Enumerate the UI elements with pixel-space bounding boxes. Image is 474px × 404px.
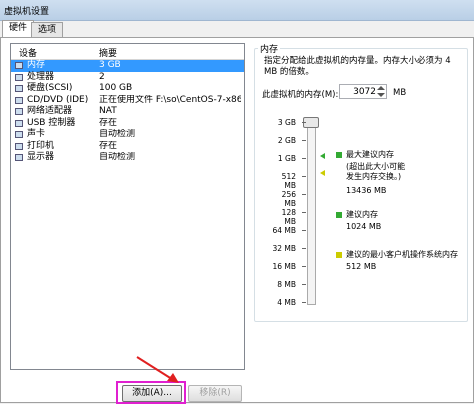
harddisk-icon — [15, 85, 23, 92]
spin-up-icon[interactable] — [377, 86, 385, 90]
memory-scale-tick — [302, 284, 306, 285]
title-bar: 虚拟机设置 — [0, 0, 474, 21]
memory-slider-track[interactable] — [307, 118, 316, 305]
device-row[interactable]: 显示器 自动检测 — [11, 152, 244, 164]
usb-icon — [15, 119, 23, 127]
red-arrow-annotation — [136, 356, 179, 383]
tab-options[interactable]: 选项 — [31, 22, 64, 38]
memory-scale-label: 3 GB — [277, 118, 296, 127]
device-row[interactable]: 处理器 2 — [11, 72, 244, 84]
cdrom-icon — [15, 96, 23, 104]
device-summary: 自动检测 — [99, 152, 136, 162]
device-name: 声卡 — [27, 129, 46, 139]
memory-scale-tick — [302, 302, 306, 303]
memory-group-title: 内存 — [258, 42, 281, 55]
memory-scale-tick — [302, 248, 306, 249]
cpu-icon — [15, 73, 23, 81]
device-summary: 存在 — [99, 117, 118, 128]
memory-scale-label: 1 GB — [277, 154, 296, 163]
memory-scale-label: 16 MB — [272, 262, 296, 271]
device-name: 内存 — [27, 60, 46, 70]
device-name: 处理器 — [27, 71, 55, 82]
column-summary[interactable]: 摘要 — [99, 46, 117, 59]
display-icon — [15, 154, 23, 161]
tab-hardware[interactable]: 硬件 — [2, 20, 35, 38]
recommended-value: 1024 MB — [346, 222, 382, 231]
tab-bar: 硬件 选项 — [0, 20, 474, 38]
memory-input[interactable]: 3072 — [339, 84, 387, 99]
device-summary: 3 GB — [99, 60, 121, 70]
network-icon — [15, 108, 23, 115]
memory-scale-tick — [302, 266, 306, 267]
max-recommended-label: 最大建议内存 — [346, 150, 394, 159]
device-row[interactable]: 内存 3 GB — [11, 60, 244, 72]
device-summary: 100 GB — [99, 83, 133, 93]
memory-value: 3072 — [353, 87, 376, 97]
device-name: CD/DVD (IDE) — [27, 94, 89, 105]
memory-scale-label: 128 MB — [281, 208, 296, 226]
window-title: 虚拟机设置 — [4, 7, 50, 17]
device-summary: 存在 — [99, 140, 118, 151]
device-name: 硬盘(SCSI) — [27, 83, 73, 93]
memory-scale-label: 32 MB — [272, 244, 296, 253]
device-row[interactable]: 声卡 自动检测 — [11, 129, 244, 141]
memory-unit: MB — [393, 88, 407, 98]
min-recommended-label: 建议的最小客户机操作系统内存 — [346, 250, 458, 259]
memory-description: 指定分配给此虚拟机的内存量。内存大小必须为 4 MB 的倍数。 — [264, 56, 451, 77]
memory-scale-label: 64 MB — [272, 226, 296, 235]
spin-down-icon[interactable] — [377, 93, 385, 97]
sound-icon — [15, 131, 23, 138]
device-name: USB 控制器 — [27, 117, 76, 128]
recommended-legend-icon — [336, 212, 342, 218]
remove-button[interactable]: 移除(R) — [188, 385, 242, 402]
memory-scale-label: 2 GB — [277, 136, 296, 145]
memory-scale-tick — [302, 122, 306, 123]
memory-scale-label: 8 MB — [277, 280, 296, 289]
device-row[interactable]: 网络适配器 NAT — [11, 106, 244, 118]
column-device[interactable]: 设备 — [19, 46, 37, 59]
max-recommended-legend-icon — [336, 152, 342, 158]
device-row[interactable]: CD/DVD (IDE) 正在使用文件 F:\so\CentOS-7-x86_..… — [11, 95, 244, 107]
memory-scale-tick — [302, 230, 306, 231]
min-recommended-legend-icon — [336, 252, 342, 258]
device-name: 网络适配器 — [27, 106, 73, 116]
memory-scale-tick — [302, 176, 306, 177]
device-summary: 正在使用文件 F:\so\CentOS-7-x86_... — [99, 94, 241, 105]
device-row[interactable]: 打印机 存在 — [11, 141, 244, 153]
max-recommended-value: 13436 MB — [346, 186, 387, 195]
device-summary: NAT — [99, 106, 117, 116]
device-summary: 自动检测 — [99, 129, 136, 139]
device-summary: 2 — [99, 71, 105, 82]
printer-icon — [15, 142, 23, 150]
min-recommended-marker-icon — [320, 170, 325, 176]
device-name: 显示器 — [27, 152, 55, 162]
memory-field-label: 此虚拟机的内存(M): — [262, 90, 339, 100]
device-list-header: 设备 摘要 — [11, 44, 244, 60]
memory-scale-tick — [302, 194, 306, 195]
memory-scale-label: 4 MB — [277, 298, 296, 307]
min-recommended-value: 512 MB — [346, 262, 377, 271]
memory-scale-label: 256 MB — [281, 190, 296, 208]
memory-scale-tick — [302, 158, 306, 159]
recommended-label: 建议内存 — [346, 210, 378, 219]
device-row[interactable]: USB 控制器 存在 — [11, 118, 244, 130]
device-list[interactable]: 设备 摘要 内存 3 GB 处理器 2 硬盘(SCSI) 100 GB CD/DVD (ID… — [10, 43, 245, 370]
memory-scale-tick — [302, 212, 306, 213]
max-recommended-note: (超出此大小可能 发生内存交换。) — [346, 162, 406, 181]
device-row[interactable]: 硬盘(SCSI) 100 GB — [11, 83, 244, 95]
memory-scale-label: 512 MB — [281, 172, 296, 190]
max-recommended-marker-icon — [320, 153, 325, 159]
memory-icon — [15, 62, 23, 69]
memory-scale-tick — [302, 140, 306, 141]
device-name: 打印机 — [27, 140, 55, 151]
